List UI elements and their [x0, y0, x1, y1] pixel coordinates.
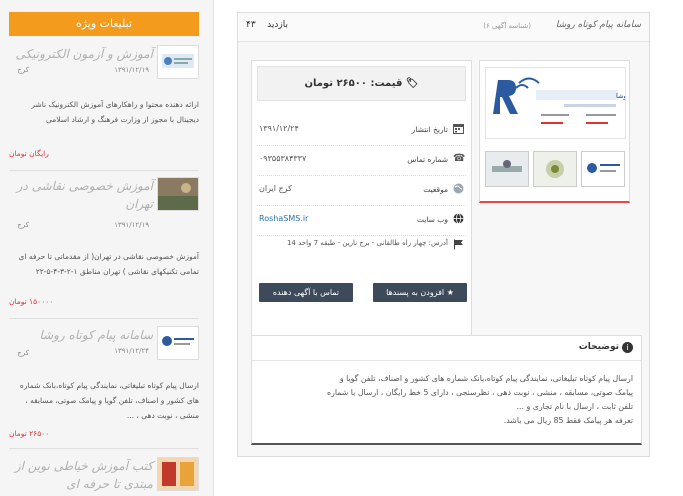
- phone-icon: ☎︎: [453, 153, 466, 164]
- button-label: افزودن به پسندها: [386, 288, 445, 297]
- address-label: آدرس:: [428, 239, 448, 247]
- sidebar: تبلیغات ویژه آموزش و آزمون الکترونیکی کر…: [0, 0, 214, 496]
- field-value: کرج ایران: [259, 184, 292, 193]
- field-publish-date: تاریخ انتشار ۱۳۹۱/۱۲/۲۴: [257, 117, 466, 146]
- ad-description: ارسال پیام کوتاه تبلیغاتی، نمایندگی پیام…: [19, 381, 199, 420]
- ad-thumbnail[interactable]: [157, 457, 199, 491]
- description-line: تلفن ثابت ، ارسال با نام تجاری و ...: [516, 402, 633, 411]
- field-label: تاریخ انتشار: [411, 125, 448, 134]
- ad-thumbnail[interactable]: [157, 326, 199, 360]
- flag-icon: [453, 239, 464, 250]
- field-label: وب سایت: [416, 215, 448, 224]
- ad-thumbnail[interactable]: [157, 177, 199, 211]
- view-count: بازدید ۴۳: [246, 20, 288, 30]
- views-label: بازدید: [267, 20, 288, 30]
- description-body: ارسال پیام کوتاه تبلیغاتی، نمایندگی پیام…: [258, 372, 633, 428]
- website-link[interactable]: RoshaSMS.ir: [259, 214, 308, 223]
- divider: [9, 170, 199, 171]
- ad-price: ۲۶۵۰۰ تومان: [9, 429, 50, 438]
- ad-date: ۱۳۹۱/۱۲/۱۹: [114, 221, 149, 229]
- ad-price: رایگان تومان: [9, 149, 49, 158]
- ad-info-card: 🏷︎ قیمت: ۲۶۵۰۰ تومان تاریخ انتشار ۱۳۹۱/۱…: [251, 60, 472, 337]
- add-to-favorites-button[interactable]: ★ افزودن به پسندها: [373, 283, 467, 302]
- globe-dark-icon: [453, 213, 464, 224]
- ad-detail-panel: سامانه پیام کوتاه روشا (شناسه آگهی ۶) با…: [237, 12, 678, 457]
- description-title: توضیحات: [578, 342, 619, 352]
- ad-date: ۱۳۹۱/۱۲/۱۹: [114, 66, 149, 74]
- price-box: 🏷︎ قیمت: ۲۶۵۰۰ تومان: [257, 66, 466, 101]
- gallery-thumbnail[interactable]: [581, 151, 625, 187]
- sidebar-ad-item[interactable]: سامانه پیام کوتاه روشا کرج ۱۳۹۱/۱۲/۲۴ ار…: [9, 326, 199, 446]
- ad-date: ۱۳۹۱/۱۲/۲۴: [114, 347, 149, 355]
- main-image[interactable]: سامانه پیام کوتاه روشا: [485, 67, 678, 139]
- sidebar-ad-item[interactable]: آموزش و آزمون الکترونیکی کرج ۱۳۹۱/۱۲/۱۹ …: [9, 45, 199, 165]
- price-label: قیمت:: [370, 78, 403, 89]
- divider: [9, 318, 199, 319]
- field-location: موقعیت کرج ایران: [257, 177, 466, 206]
- ad-title[interactable]: کتب آموزش خیاطی نوین از مبتدی تا حرفه ای: [9, 457, 153, 493]
- field-label: شماره تماس: [407, 155, 448, 164]
- description-line: ارسال پیام کوتاه تبلیغاتی، نمایندگی پیام…: [339, 374, 633, 383]
- ad-title[interactable]: سامانه پیام کوتاه روشا: [9, 326, 153, 344]
- sidebar-ad-item[interactable]: کتب آموزش خیاطی نوین از مبتدی تا حرفه ای: [9, 457, 199, 496]
- sidebar-header: تبلیغات ویژه: [9, 12, 199, 36]
- description-header: i توضیحات: [252, 336, 641, 361]
- divider: [9, 448, 199, 449]
- ad-city: کرج: [17, 66, 29, 74]
- ad-city: کرج: [17, 349, 29, 357]
- star-icon: ★: [446, 288, 454, 297]
- description-line: تعرفه هر پیامک فقط 85 ریال می باشد.: [503, 416, 633, 425]
- info-icon: i: [622, 342, 633, 353]
- ad-price: ۱۵۰۰۰۰ تومان: [9, 297, 54, 306]
- field-website: وب سایت RoshaSMS.ir: [257, 207, 466, 236]
- ad-description: ارائه دهنده محتوا و راهکارهای آموزش الکت…: [31, 100, 199, 124]
- field-label: موقعیت: [423, 185, 448, 194]
- ad-title[interactable]: آموزش خصوصی نقاشی در تهران: [9, 177, 153, 213]
- gallery-logo-text: سامانه پیام کوتاه روشا: [616, 92, 625, 100]
- ad-description: آموزش خصوصی نقاشی در تهران( از مقدماتی ت…: [18, 252, 199, 276]
- field-address: آدرس: چهار راه طالقانی - برج نارین - طبق…: [257, 237, 466, 253]
- price-value: ۲۶۵۰۰ تومان: [304, 78, 367, 89]
- description-card: i توضیحات ارسال پیام کوتاه تبلیغاتی، نما…: [251, 335, 642, 445]
- gallery-thumbnail[interactable]: [485, 151, 529, 187]
- sidebar-ad-item[interactable]: آموزش خصوصی نقاشی در تهران کرج ۱۳۹۱/۱۲/۱…: [9, 177, 199, 307]
- ad-title: سامانه پیام کوتاه روشا: [555, 20, 641, 30]
- gallery-thumbnail[interactable]: [533, 151, 577, 187]
- field-value: ۱۳۹۱/۱۲/۲۴: [259, 124, 299, 133]
- description-line: پیامک صوتی، مسابقه ، منشی ، نوبت دهی ، ن…: [327, 388, 633, 397]
- ad-title[interactable]: آموزش و آزمون الکترونیکی: [9, 45, 153, 63]
- contact-advertiser-button[interactable]: تماس با آگهی دهنده: [259, 283, 353, 302]
- field-phone: ☎︎ شماره تماس ۰۹۳۵۵۳۸۴۳۳۷: [257, 147, 466, 176]
- calendar-icon: [453, 123, 464, 134]
- ad-code: (شناسه آگهی ۶): [483, 22, 531, 30]
- ad-gallery: سامانه پیام کوتاه روشا: [479, 60, 678, 203]
- address-value: چهار راه طالقانی - برج نارین - طبقه 7 وا…: [286, 239, 427, 247]
- tag-icon: 🏷︎: [405, 78, 419, 89]
- ad-header: سامانه پیام کوتاه روشا (شناسه آگهی ۶) با…: [238, 13, 649, 42]
- globe-icon: [453, 183, 464, 194]
- views-value: ۴۳: [246, 20, 256, 30]
- ad-city: کرج: [17, 221, 29, 229]
- ad-thumbnail[interactable]: [157, 45, 199, 79]
- field-value[interactable]: ۰۹۳۵۵۳۸۴۳۳۷: [259, 154, 306, 163]
